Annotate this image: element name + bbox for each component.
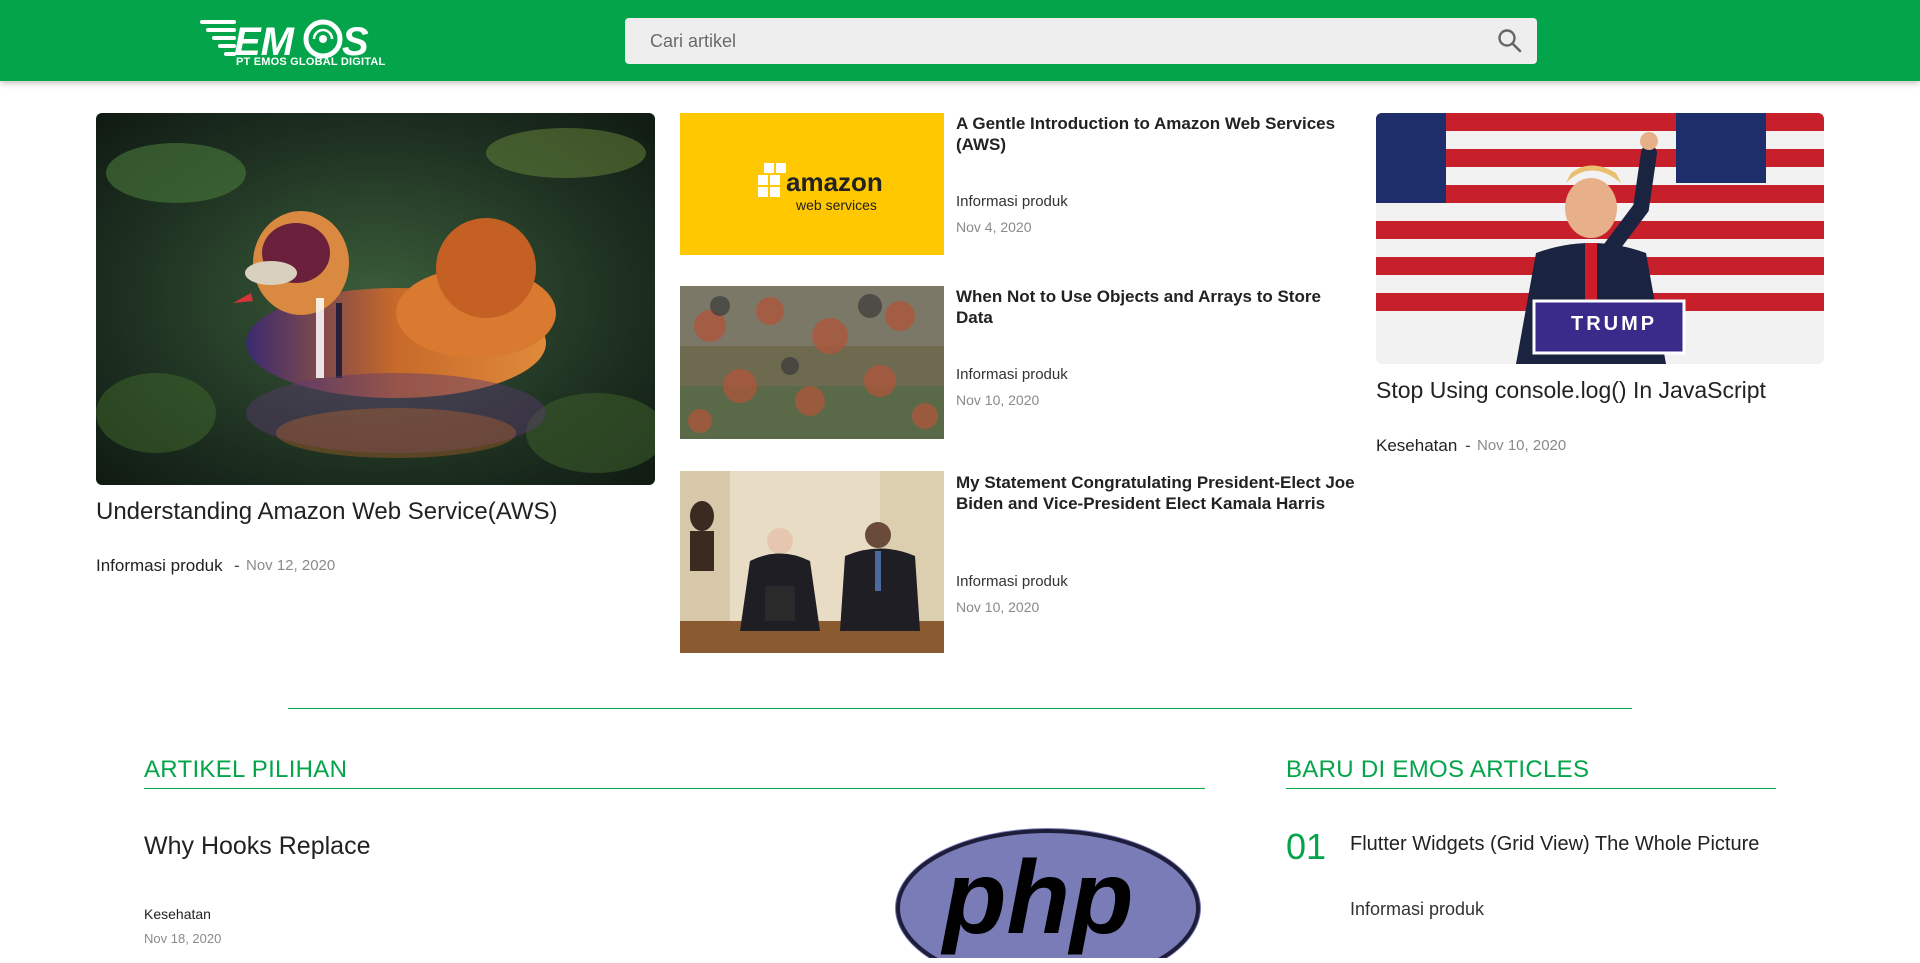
new-article-category[interactable]: Informasi produk — [1350, 899, 1484, 920]
search-input[interactable] — [625, 18, 1485, 64]
article-date: Nov 10, 2020 — [956, 599, 1040, 615]
featured-article-date: Nov 18, 2020 — [144, 931, 222, 946]
site-header: EM S PT EMOS GLOBAL DIGITAL — [0, 0, 1920, 81]
article-title[interactable]: When Not to Use Objects and Arrays to St… — [956, 286, 1356, 328]
right-article-image[interactable]: TRUMP — [1376, 113, 1824, 364]
podium-sign-text: TRUMP — [1571, 313, 1658, 335]
featured-section-underline — [144, 788, 1205, 789]
featured-section-title: ARTIKEL PILIHAN — [144, 756, 348, 783]
section-divider — [288, 708, 1632, 709]
hero-category[interactable]: Informasi produk — [96, 556, 223, 576]
right-article-title[interactable]: Stop Using console.log() In JavaScript — [1376, 377, 1766, 404]
article-category[interactable]: Informasi produk — [956, 573, 1068, 590]
hero-image[interactable] — [96, 113, 655, 485]
article-thumbnail-aws[interactable]: amazon web services — [680, 113, 944, 255]
article-date: Nov 10, 2020 — [956, 392, 1040, 408]
featured-article-title[interactable]: Why Hooks Replace — [144, 832, 370, 861]
right-article-date: Nov 10, 2020 — [1477, 437, 1567, 454]
aws-wordmark: web services — [796, 197, 877, 213]
logo-subtitle: PT EMOS GLOBAL DIGITAL — [236, 56, 386, 68]
php-logo-image[interactable]: php — [893, 828, 1203, 963]
article-date: Nov 4, 2020 — [956, 219, 1032, 235]
right-article-separator: - — [1465, 436, 1471, 455]
search-icon[interactable] — [1497, 28, 1523, 54]
amazon-wordmark: amazon — [786, 167, 883, 197]
new-articles-section-underline — [1286, 788, 1776, 789]
article-category[interactable]: Informasi produk — [956, 193, 1068, 210]
search-bar — [625, 18, 1537, 64]
article-title[interactable]: My Statement Congratulating President-El… — [956, 472, 1356, 514]
article-thumbnail-statement[interactable] — [680, 471, 944, 653]
php-wordmark: php — [943, 840, 1134, 956]
article-category[interactable]: Informasi produk — [956, 366, 1068, 383]
right-article-category[interactable]: Kesehatan — [1376, 436, 1457, 456]
hero-title[interactable]: Understanding Amazon Web Service(AWS) — [96, 498, 558, 526]
new-article-title[interactable]: Flutter Widgets (Grid View) The Whole Pi… — [1350, 833, 1759, 856]
hero-separator: - — [234, 556, 240, 575]
new-articles-section-title: BARU DI EMOS ARTICLES — [1286, 756, 1590, 783]
hero-date: Nov 12, 2020 — [246, 557, 336, 574]
article-title[interactable]: A Gentle Introduction to Amazon Web Serv… — [956, 113, 1356, 155]
featured-article-category[interactable]: Kesehatan — [144, 906, 211, 922]
new-article-number: 01 — [1286, 826, 1327, 867]
article-thumbnail-objects[interactable] — [680, 286, 944, 439]
